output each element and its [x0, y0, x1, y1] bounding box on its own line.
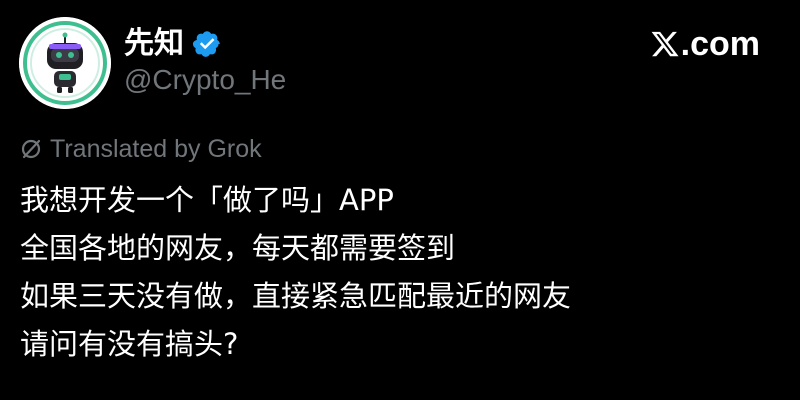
translated-by-label: Translated by Grok	[50, 135, 262, 163]
author-display-name[interactable]: 先知	[124, 24, 184, 64]
post-line: 请问有没有搞头?	[20, 327, 239, 361]
post-line: 我想开发一个「做了吗」APP	[20, 183, 394, 217]
post-card: 先知 @Crypto_He .com Translated by Grok 我想…	[0, 0, 800, 400]
brand-domain-text: .com	[680, 25, 760, 63]
translation-notice: Translated by Grok	[20, 134, 262, 164]
author-name-row: 先知	[124, 24, 222, 64]
post-body: 我想开发一个「做了吗」APP 全国各地的网友，每天都需要签到 如果三天没有做，直…	[20, 176, 780, 368]
post-line: 如果三天没有做，直接紧急匹配最近的网友	[20, 279, 572, 313]
robot-avatar-icon	[19, 17, 111, 109]
x-logo-icon	[650, 29, 680, 59]
brand-logo: .com	[650, 22, 760, 66]
avatar[interactable]	[19, 17, 111, 109]
author-handle[interactable]: @Crypto_He	[124, 60, 286, 100]
grok-icon	[20, 138, 42, 160]
post-line: 全国各地的网友，每天都需要签到	[20, 231, 456, 265]
verified-badge-icon[interactable]	[192, 29, 222, 59]
